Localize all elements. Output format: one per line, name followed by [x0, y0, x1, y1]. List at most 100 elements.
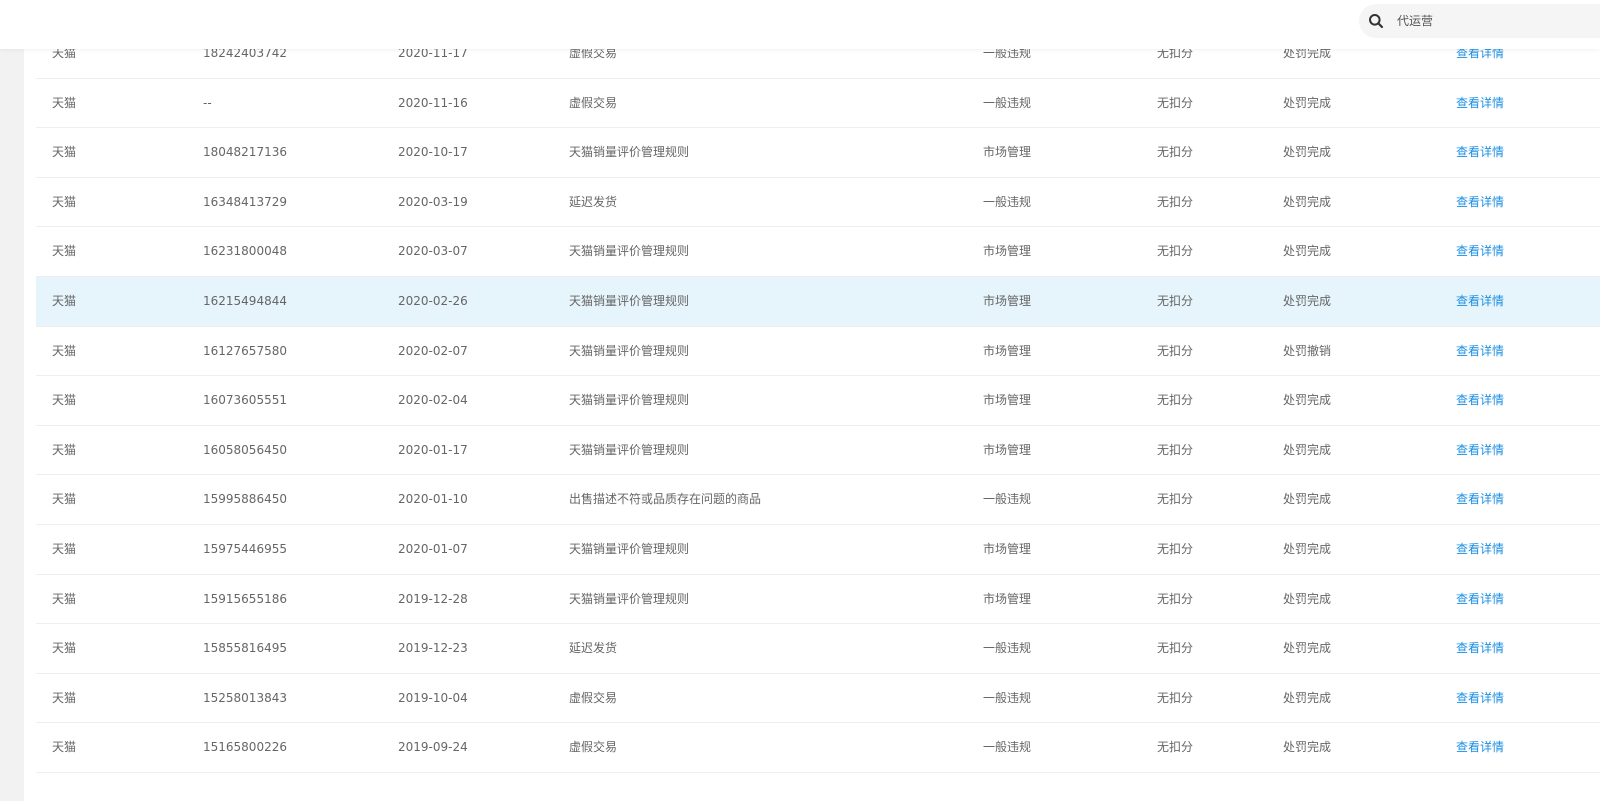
- date-cell: 2020-03-19: [398, 194, 468, 209]
- date-cell: 2020-02-07: [398, 343, 468, 358]
- record-id-cell: 16058056450: [203, 442, 287, 457]
- platform-cell: 天猫: [52, 393, 77, 408]
- violation-type-cell: 市场管理: [983, 293, 1032, 308]
- date-cell: 2019-10-04: [398, 690, 468, 705]
- platform-cell: 天猫: [52, 145, 77, 160]
- violation-reason-cell: 天猫销量评价管理规则: [569, 343, 690, 358]
- violation-reason-cell: 天猫销量评价管理规则: [569, 442, 690, 457]
- violation-reason-cell: 虚假交易: [569, 95, 618, 110]
- penalty-status-cell: 处罚完成: [1283, 740, 1332, 755]
- penalty-status-cell: 处罚完成: [1283, 244, 1332, 259]
- view-details-link[interactable]: 查看详情: [1456, 128, 1504, 177]
- penalty-status-cell: 处罚完成: [1283, 95, 1332, 110]
- search-box[interactable]: [1359, 4, 1600, 38]
- violation-type-cell: 市场管理: [983, 145, 1032, 160]
- score-deduction-cell: 无扣分: [1157, 591, 1194, 606]
- view-details-link[interactable]: 查看详情: [1456, 475, 1504, 524]
- table-row: 天猫 15258013843 2019-10-04 虚假交易 一般违规 无扣分 处罚完成 查看…: [36, 674, 1600, 724]
- violation-reason-cell: 出售描述不符或品质存在问题的商品: [569, 492, 762, 507]
- violation-reason-cell: 延迟发货: [569, 194, 618, 209]
- platform-cell: 天猫: [52, 690, 77, 705]
- table-row: 天猫 16215494844 2020-02-26 天猫销量评价管理规则 市场管理 无扣分…: [36, 276, 1600, 327]
- view-details-link[interactable]: 查看详情: [1456, 525, 1504, 574]
- date-cell: 2020-01-07: [398, 541, 468, 556]
- violation-type-cell: 市场管理: [983, 541, 1032, 556]
- score-deduction-cell: 无扣分: [1157, 343, 1194, 358]
- date-cell: 2020-01-10: [398, 492, 468, 507]
- table-row: 天猫 16348413729 2020-03-19 延迟发货 一般违规 无扣分 处罚完成 查看…: [36, 178, 1600, 228]
- score-deduction-cell: 无扣分: [1157, 244, 1194, 259]
- record-id-cell: 15915655186: [203, 591, 287, 606]
- table-row: 天猫 15975446955 2020-01-07 天猫销量评价管理规则 市场管理 无扣分…: [36, 525, 1600, 575]
- record-id-cell: 16073605551: [203, 393, 287, 408]
- view-details-link[interactable]: 查看详情: [1456, 327, 1504, 376]
- platform-cell: 天猫: [52, 591, 77, 606]
- score-deduction-cell: 无扣分: [1157, 541, 1194, 556]
- platform-cell: 天猫: [52, 293, 77, 308]
- view-details-link[interactable]: 查看详情: [1456, 178, 1504, 227]
- table-row: 天猫 -- 2020-11-16 虚假交易 一般违规 无扣分 处罚完成 查看详情: [36, 79, 1600, 129]
- penalty-status-cell: 处罚完成: [1283, 641, 1332, 656]
- table-row: 天猫 16127657580 2020-02-07 天猫销量评价管理规则 市场管理 无扣分…: [36, 327, 1600, 377]
- violation-reason-cell: 天猫销量评价管理规则: [569, 591, 690, 606]
- score-deduction-cell: 无扣分: [1157, 740, 1194, 755]
- table-row: 天猫 18048217136 2020-10-17 天猫销量评价管理规则 市场管理 无扣分…: [36, 128, 1600, 178]
- violation-reason-cell: 天猫销量评价管理规则: [569, 293, 690, 308]
- penalty-status-cell: 处罚完成: [1283, 492, 1332, 507]
- record-id-cell: 15975446955: [203, 541, 287, 556]
- score-deduction-cell: 无扣分: [1157, 442, 1194, 457]
- view-details-link[interactable]: 查看详情: [1456, 674, 1504, 723]
- view-details-link[interactable]: 查看详情: [1456, 723, 1504, 772]
- score-deduction-cell: 无扣分: [1157, 690, 1194, 705]
- table-row: 天猫 15915655186 2019-12-28 天猫销量评价管理规则 市场管理 无扣分…: [36, 575, 1600, 625]
- platform-cell: 天猫: [52, 244, 77, 259]
- date-cell: 2020-03-07: [398, 244, 468, 259]
- view-details-link[interactable]: 查看详情: [1456, 79, 1504, 128]
- date-cell: 2020-10-17: [398, 145, 468, 160]
- search-icon[interactable]: [1368, 13, 1384, 29]
- violation-type-cell: 市场管理: [983, 343, 1032, 358]
- violation-type-cell: 一般违规: [983, 492, 1032, 507]
- record-id-cell: 15258013843: [203, 690, 287, 705]
- table-row: 天猫 16231800048 2020-03-07 天猫销量评价管理规则 市场管理 无扣分…: [36, 227, 1600, 277]
- left-gutter: [0, 49, 24, 801]
- platform-cell: 天猫: [52, 541, 77, 556]
- record-id-cell: 16231800048: [203, 244, 287, 259]
- table-row: 天猫 15165800226 2019-09-24 虚假交易 一般违规 无扣分 处罚完成 查看…: [36, 723, 1600, 773]
- violation-type-cell: 市场管理: [983, 442, 1032, 457]
- violation-table: 天猫 18242403742 2020-11-17 虚假交易 一般违规 无扣分 处罚完成 查看…: [36, 29, 1600, 773]
- view-details-link[interactable]: 查看详情: [1456, 624, 1504, 673]
- penalty-status-cell: 处罚完成: [1283, 690, 1332, 705]
- score-deduction-cell: 无扣分: [1157, 393, 1194, 408]
- record-id-cell: 16348413729: [203, 194, 287, 209]
- table-row: 天猫 15995886450 2020-01-10 出售描述不符或品质存在问题的商品 一…: [36, 475, 1600, 525]
- platform-cell: 天猫: [52, 343, 77, 358]
- table-row: 天猫 15855816495 2019-12-23 延迟发货 一般违规 无扣分 处罚完成 查看…: [36, 624, 1600, 674]
- date-cell: 2020-11-16: [398, 95, 468, 110]
- record-id-cell: --: [203, 95, 212, 110]
- table-row: 天猫 16073605551 2020-02-04 天猫销量评价管理规则 市场管理 无扣分…: [36, 376, 1600, 426]
- violation-type-cell: 一般违规: [983, 690, 1032, 705]
- date-cell: 2020-01-17: [398, 442, 468, 457]
- violation-reason-cell: 天猫销量评价管理规则: [569, 244, 690, 259]
- platform-cell: 天猫: [52, 492, 77, 507]
- view-details-link[interactable]: 查看详情: [1456, 227, 1504, 276]
- violation-type-cell: 一般违规: [983, 740, 1032, 755]
- date-cell: 2020-02-04: [398, 393, 468, 408]
- date-cell: 2019-09-24: [398, 740, 468, 755]
- search-input[interactable]: [1397, 11, 1587, 31]
- view-details-link[interactable]: 查看详情: [1456, 277, 1504, 326]
- penalty-status-cell: 处罚完成: [1283, 541, 1332, 556]
- record-id-cell: 16127657580: [203, 343, 287, 358]
- score-deduction-cell: 无扣分: [1157, 145, 1194, 160]
- platform-cell: 天猫: [52, 194, 77, 209]
- view-details-link[interactable]: 查看详情: [1456, 376, 1504, 425]
- platform-cell: 天猫: [52, 95, 77, 110]
- view-details-link[interactable]: 查看详情: [1456, 575, 1504, 624]
- penalty-status-cell: 处罚完成: [1283, 145, 1332, 160]
- record-id-cell: 16215494844: [203, 293, 287, 308]
- table-row: 天猫 16058056450 2020-01-17 天猫销量评价管理规则 市场管理 无扣分…: [36, 426, 1600, 476]
- record-id-cell: 15855816495: [203, 641, 287, 656]
- view-details-link[interactable]: 查看详情: [1456, 426, 1504, 475]
- violation-reason-cell: 天猫销量评价管理规则: [569, 145, 690, 160]
